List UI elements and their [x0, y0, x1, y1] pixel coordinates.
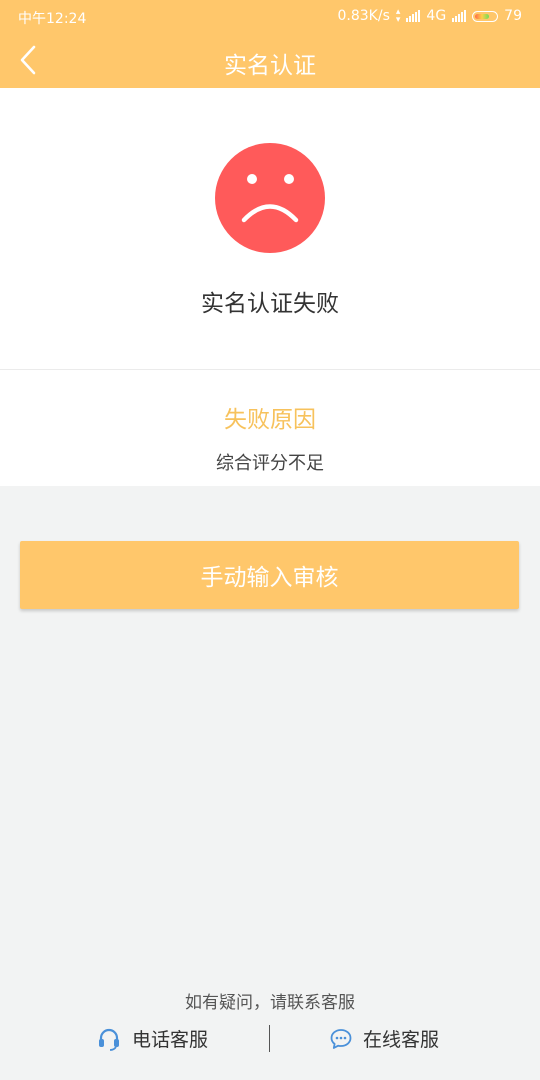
network-speed: 0.83K/s [337, 8, 390, 24]
status-bar: 中午12:24 0.83K/s ▴ ▾ 4G 79 [0, 0, 540, 32]
reason-card: 失败原因 综合评分不足 [0, 370, 540, 486]
status-indicators: 0.83K/s ▴ ▾ 4G 79 [337, 7, 523, 25]
help-text: 如有疑问，请联系客服 [185, 993, 355, 1013]
online-support-label: 在线客服 [363, 1029, 440, 1051]
result-title: 实名认证失败 [201, 291, 339, 317]
battery-icon [472, 10, 499, 22]
reason-text: 综合评分不足 [216, 453, 324, 474]
status-time: 中午12:24 [18, 11, 87, 27]
online-support-button[interactable]: 在线客服 [329, 1025, 439, 1052]
page-title: 实名认证 [224, 53, 316, 79]
phone-support-label: 电话客服 [132, 1029, 209, 1051]
signal-icon [406, 10, 421, 22]
network-type: 4G [426, 8, 447, 24]
chat-bubble-icon [330, 1028, 352, 1049]
battery-percent: 79 [504, 8, 522, 24]
nav-bar: 实名认证 [0, 32, 540, 88]
headset-icon [99, 1028, 119, 1051]
result-card: 实名认证失败 [0, 88, 540, 369]
data-arrows-icon: ▴ ▾ [395, 7, 401, 25]
contact-divider [269, 1025, 270, 1052]
reason-title: 失败原因 [224, 407, 316, 433]
sad-face-icon [215, 143, 325, 253]
manual-review-button[interactable]: 手动输入审核 [20, 541, 519, 609]
phone-support-button[interactable]: 电话客服 [96, 1025, 208, 1052]
signal-icon-2 [452, 10, 467, 22]
